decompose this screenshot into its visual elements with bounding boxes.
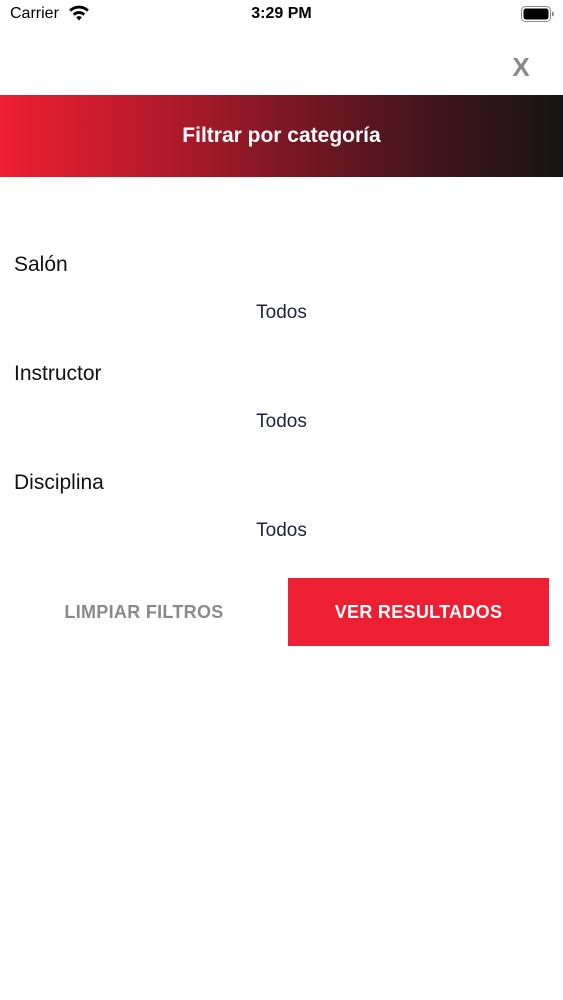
- page-title: Filtrar por categoría: [182, 124, 381, 147]
- filter-label-instructor: Instructor: [14, 362, 102, 385]
- filter-label-salon: Salón: [14, 253, 68, 276]
- close-icon: X: [512, 52, 530, 82]
- filter-select-instructor[interactable]: Todos: [0, 411, 563, 433]
- filter-label-disciplina: Disciplina: [14, 471, 104, 494]
- close-button[interactable]: X: [509, 52, 533, 82]
- filter-select-salon[interactable]: Todos: [0, 302, 563, 324]
- clock: 3:29 PM: [251, 5, 312, 22]
- filter-select-disciplina[interactable]: Todos: [0, 520, 563, 542]
- status-bar: Carrier 3:29 PM: [0, 0, 563, 30]
- view-results-button[interactable]: VER RESULTADOS: [288, 578, 549, 646]
- clear-filters-button[interactable]: LIMPIAR FILTROS: [14, 578, 274, 646]
- header-banner: Filtrar por categoría: [0, 95, 563, 177]
- battery-icon: [521, 6, 554, 22]
